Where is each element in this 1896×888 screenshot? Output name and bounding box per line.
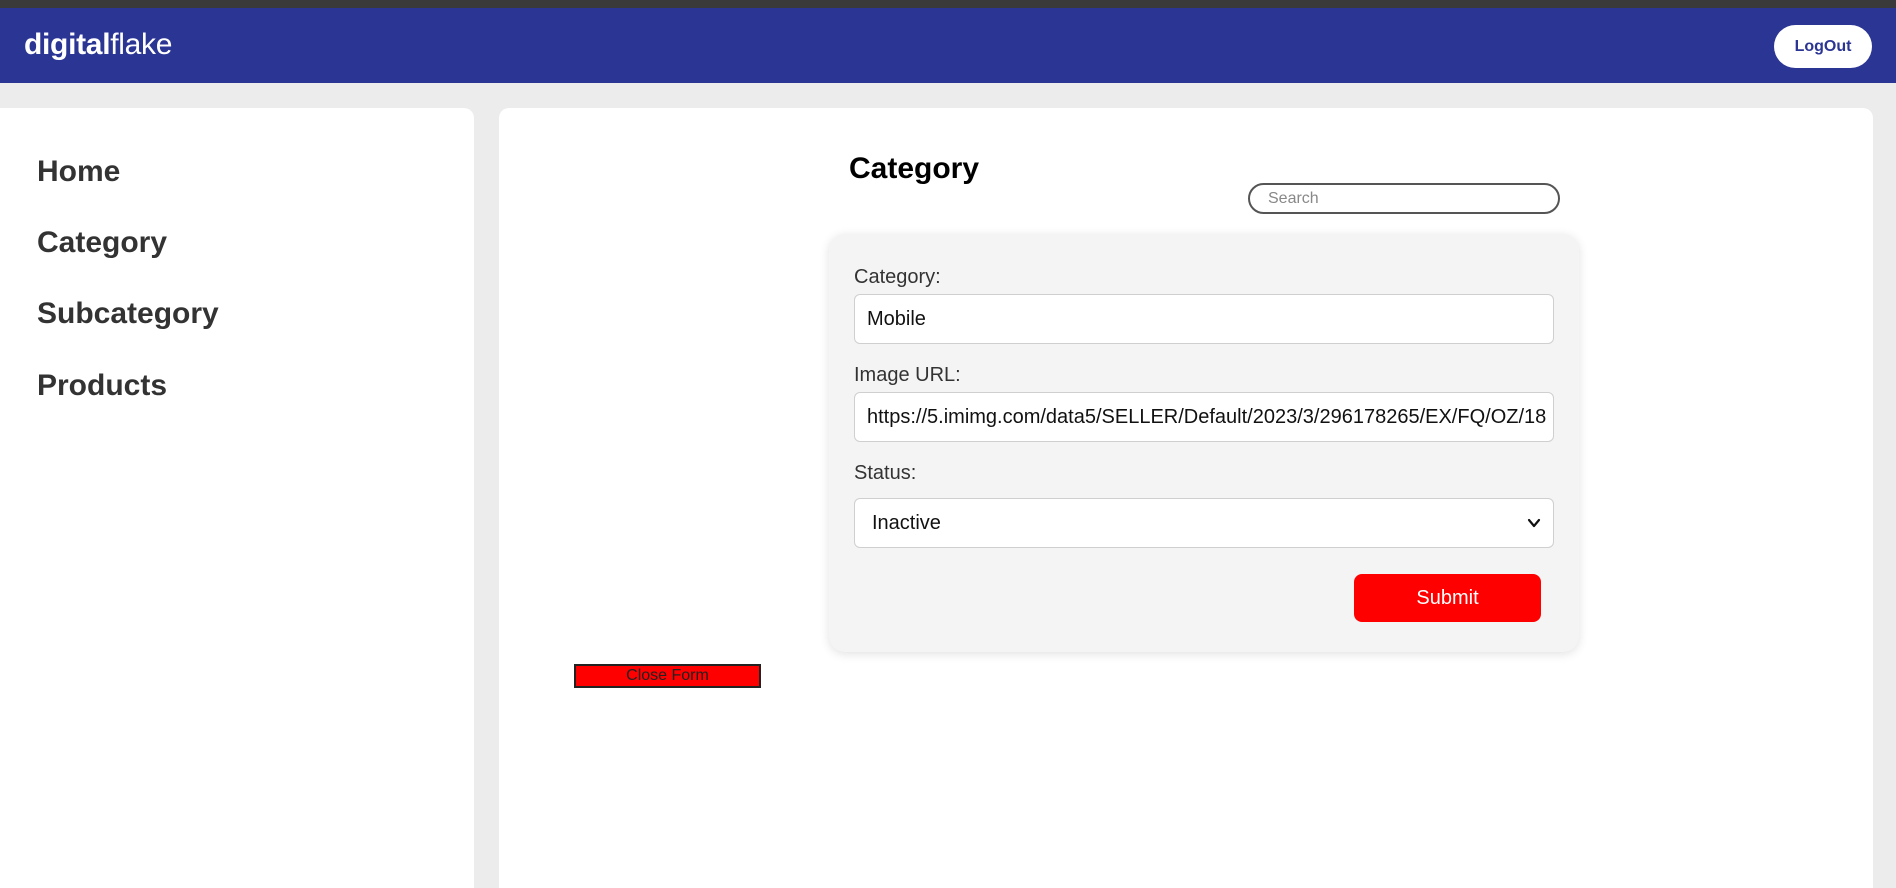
status-select[interactable]: Inactive	[854, 498, 1554, 548]
image-url-field[interactable]: https://5.imimg.com/data5/SELLER/Default…	[854, 392, 1554, 442]
main-panel: Category Category: Mobile Image URL: htt…	[499, 108, 1873, 888]
sidebar-item-products[interactable]: Products	[37, 369, 167, 403]
close-form-button[interactable]: Close Form	[574, 664, 761, 688]
brand-logo-bold: digital	[24, 28, 111, 61]
sidebar-item-subcategory[interactable]: Subcategory	[37, 297, 219, 331]
sidebar: Home Category Subcategory Products	[0, 108, 474, 888]
top-strip	[0, 0, 1896, 8]
search-input[interactable]	[1248, 183, 1560, 214]
category-label: Category:	[854, 266, 941, 288]
status-select-value: Inactive	[872, 512, 941, 534]
category-form: Category: Mobile Image URL: https://5.im…	[829, 234, 1579, 652]
brand-logo: digitalflake	[24, 28, 172, 62]
sidebar-item-category[interactable]: Category	[37, 226, 167, 260]
logout-button[interactable]: LogOut	[1774, 25, 1872, 68]
submit-button[interactable]: Submit	[1354, 574, 1541, 622]
brand-logo-light: flake	[110, 28, 173, 61]
sidebar-item-home[interactable]: Home	[37, 155, 120, 189]
app-header: digitalflake LogOut	[0, 8, 1896, 83]
status-label: Status:	[854, 462, 917, 484]
category-field[interactable]: Mobile	[854, 294, 1554, 344]
chevron-down-icon	[1527, 518, 1541, 528]
image-url-label: Image URL:	[854, 364, 961, 386]
page-title: Category	[849, 152, 980, 185]
